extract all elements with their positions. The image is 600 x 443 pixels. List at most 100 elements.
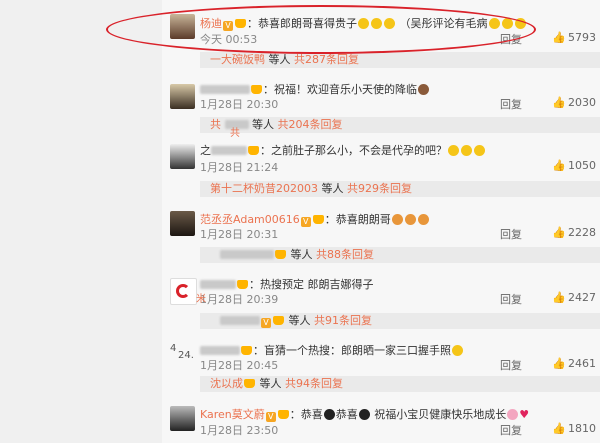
subreply-count[interactable]: 共88条回复 bbox=[316, 248, 374, 261]
emoji-icon bbox=[417, 214, 429, 225]
left-mark: 米 bbox=[196, 294, 206, 305]
comment-time: 1月28日 20:39 bbox=[200, 293, 279, 306]
emoji-icon bbox=[474, 145, 485, 156]
crown-icon bbox=[235, 19, 246, 28]
comment-text-2: 恭喜 bbox=[335, 408, 358, 421]
like-button[interactable]: 👍 2228 bbox=[552, 226, 596, 239]
reply-button[interactable]: 回复 bbox=[500, 226, 522, 242]
subreply-user[interactable]: 沈以成 bbox=[200, 377, 243, 390]
comment-time: 1月28日 20:45 bbox=[200, 359, 279, 372]
like-count: 1810 bbox=[568, 422, 596, 435]
crown-icon bbox=[251, 85, 262, 94]
thumbs-up-icon: 👍 bbox=[552, 226, 566, 239]
like-button[interactable]: 👍 2030 bbox=[552, 96, 596, 109]
subreply-mid: 等人 bbox=[252, 118, 274, 131]
emoji-icon bbox=[358, 18, 369, 29]
like-button[interactable]: 👍 5793 bbox=[552, 31, 596, 44]
emoji-icon bbox=[358, 409, 370, 420]
like-count: 2030 bbox=[568, 96, 596, 109]
comment-username[interactable]: 之 bbox=[200, 144, 211, 157]
subreply-count[interactable]: 共204条回复 bbox=[278, 118, 343, 131]
comment-item: 之 ：之前肚子那么小，不会是代孕的吧？ 1月28日 21:24 👍 1050 bbox=[162, 136, 600, 180]
reply-button[interactable]: 回复 bbox=[500, 291, 522, 307]
like-button[interactable]: 👍 1050 bbox=[552, 159, 596, 172]
avatar[interactable] bbox=[170, 406, 195, 431]
vip-icon: V bbox=[265, 412, 276, 422]
crown-icon bbox=[273, 316, 284, 325]
like-button[interactable]: 👍 1810 bbox=[552, 422, 596, 435]
subreply-mid: 等人 bbox=[288, 314, 311, 327]
vip-icon: V bbox=[261, 318, 271, 328]
subreply-mid: 等人 bbox=[268, 53, 291, 66]
subreply-user[interactable] bbox=[200, 248, 210, 261]
comment-item: ：盲猜一个热搜：郎朗晒一家三口握手照 1月28日 20:45 回复 👍 2461 bbox=[162, 334, 600, 378]
subreply-bar[interactable]: 一大碗饭鸭 等人 共287条回复 bbox=[200, 52, 600, 68]
heart-icon: ♥ bbox=[519, 408, 530, 421]
subreply-user[interactable]: 共 bbox=[200, 118, 221, 131]
reply-button[interactable]: 回复 bbox=[500, 96, 522, 112]
comment-text: ：恭喜朗朗哥 bbox=[324, 213, 391, 226]
comment-time: 1月28日 20:31 bbox=[200, 228, 279, 241]
subreply-user[interactable] bbox=[200, 314, 210, 327]
avatar[interactable] bbox=[170, 144, 195, 169]
subreply-user[interactable]: 一大碗饭鸭 bbox=[200, 53, 265, 66]
comment-username[interactable]: Karen莫文蔚 bbox=[200, 408, 265, 421]
subreply-count[interactable]: 共91条回复 bbox=[314, 314, 372, 327]
reply-button[interactable]: 回复 bbox=[500, 31, 522, 47]
emoji-icon bbox=[384, 18, 395, 29]
subreply-mid: 等人 bbox=[290, 248, 313, 261]
subreply-bar[interactable]: 第十二杯奶昔202003 等人 共929条回复 bbox=[200, 181, 600, 197]
subreply-count[interactable]: 共94条回复 bbox=[285, 377, 343, 390]
vip-icon: V bbox=[300, 217, 311, 227]
subreply-user[interactable]: 第十二杯奶昔202003 bbox=[200, 182, 318, 195]
subreply-count[interactable]: 共929条回复 bbox=[347, 182, 412, 195]
reply-button[interactable]: 回复 bbox=[500, 422, 522, 438]
emoji-icon bbox=[488, 18, 500, 29]
emoji-icon bbox=[452, 345, 463, 356]
comment-username[interactable]: 范丞丞Adam00616 bbox=[200, 213, 300, 226]
thumbs-up-icon: 👍 bbox=[552, 159, 566, 172]
like-button[interactable]: 👍 2461 bbox=[552, 357, 596, 370]
emoji-icon bbox=[404, 214, 416, 225]
crown-icon bbox=[241, 346, 252, 355]
comment-time: 1月28日 23:50 bbox=[200, 424, 279, 437]
comments-panel: 杨迪 V ：恭喜郎朗哥喜得贵子 （吴彤评论有毛病 今天 00:53 回复 👍 5793… bbox=[162, 0, 600, 443]
comment-time: 1月28日 21:24 bbox=[200, 161, 279, 174]
like-count: 2461 bbox=[568, 357, 596, 370]
reply-button[interactable]: 回复 bbox=[500, 357, 522, 373]
emoji-icon bbox=[418, 84, 429, 95]
pig-emoji-icon bbox=[507, 409, 519, 420]
comment-text-3: 祝福小宝贝健康快乐地成长 bbox=[374, 408, 507, 421]
subreply-bar[interactable]: V 等人 共91条回复 bbox=[200, 313, 600, 329]
crown-icon bbox=[312, 215, 324, 224]
emoji-icon bbox=[514, 18, 526, 29]
comment-text: ：盲猜一个热搜：郎朗晒一家三口握手照 bbox=[253, 344, 451, 357]
comment-username[interactable]: 杨迪 bbox=[200, 17, 222, 30]
avatar[interactable] bbox=[170, 14, 195, 39]
comment-text: ：恭喜郎朗哥喜得贵子 bbox=[247, 17, 357, 30]
emoji-icon bbox=[391, 214, 403, 225]
subreply-count[interactable]: 共287条回复 bbox=[294, 53, 359, 66]
thumbs-up-icon: 👍 bbox=[552, 291, 566, 304]
comment-text: ：热搜预定 郎朗吉娜得子 bbox=[249, 278, 374, 291]
crown-icon bbox=[277, 410, 289, 419]
thumbs-up-icon: 👍 bbox=[552, 357, 566, 370]
avatar[interactable] bbox=[170, 211, 195, 236]
like-button[interactable]: 👍 2427 bbox=[552, 291, 596, 304]
subreply-bar[interactable]: 共 等人 共204条回复 bbox=[200, 117, 600, 133]
avatar[interactable] bbox=[170, 84, 195, 109]
subreply-bar[interactable]: 沈以成 等人 共94条回复 bbox=[200, 376, 600, 392]
crown-icon bbox=[275, 250, 286, 259]
avatar[interactable] bbox=[170, 278, 197, 305]
subreply-mid: 等人 bbox=[321, 182, 344, 195]
like-count: 2228 bbox=[568, 226, 596, 239]
comment-text: ：祝福！欢迎音乐小天使的降临 bbox=[263, 83, 417, 96]
left-mark: 24. bbox=[178, 350, 194, 361]
like-count: 5793 bbox=[568, 31, 596, 44]
comment-time: 1月28日 20:30 bbox=[200, 98, 279, 111]
emoji-icon bbox=[371, 18, 382, 29]
comment-item: Karen莫文蔚 V ：恭喜 恭喜 祝福小宝贝健康快乐地成长 ♥ 1月28日 23:50… bbox=[162, 398, 600, 442]
emoji-icon bbox=[501, 18, 513, 29]
thumbs-up-icon: 👍 bbox=[552, 422, 566, 435]
subreply-bar[interactable]: 等人 共88条回复 bbox=[200, 247, 600, 263]
